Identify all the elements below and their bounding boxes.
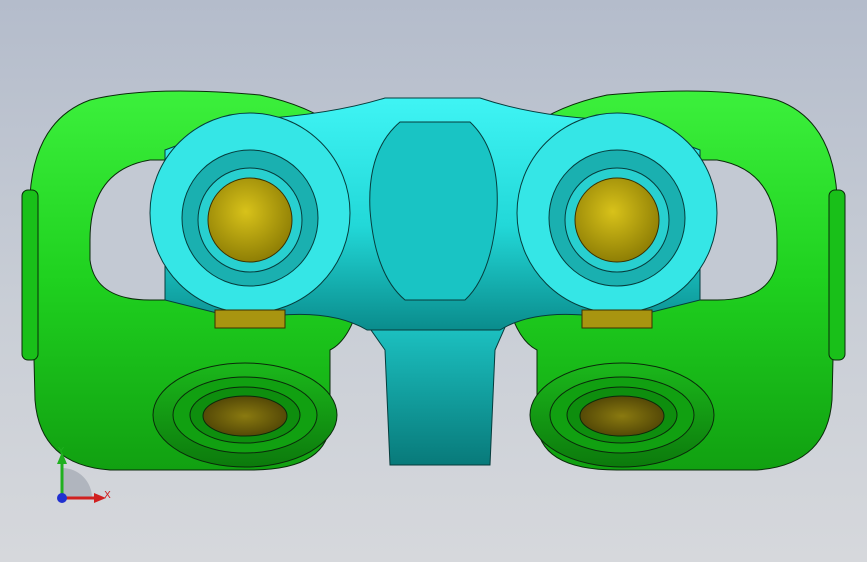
cad-3d-viewport[interactable]: Y X — [0, 0, 867, 562]
triad-plane — [62, 468, 92, 498]
z-axis-dot — [57, 493, 67, 503]
y-axis-label: Y — [57, 446, 65, 457]
x-axis-label: X — [104, 490, 111, 501]
